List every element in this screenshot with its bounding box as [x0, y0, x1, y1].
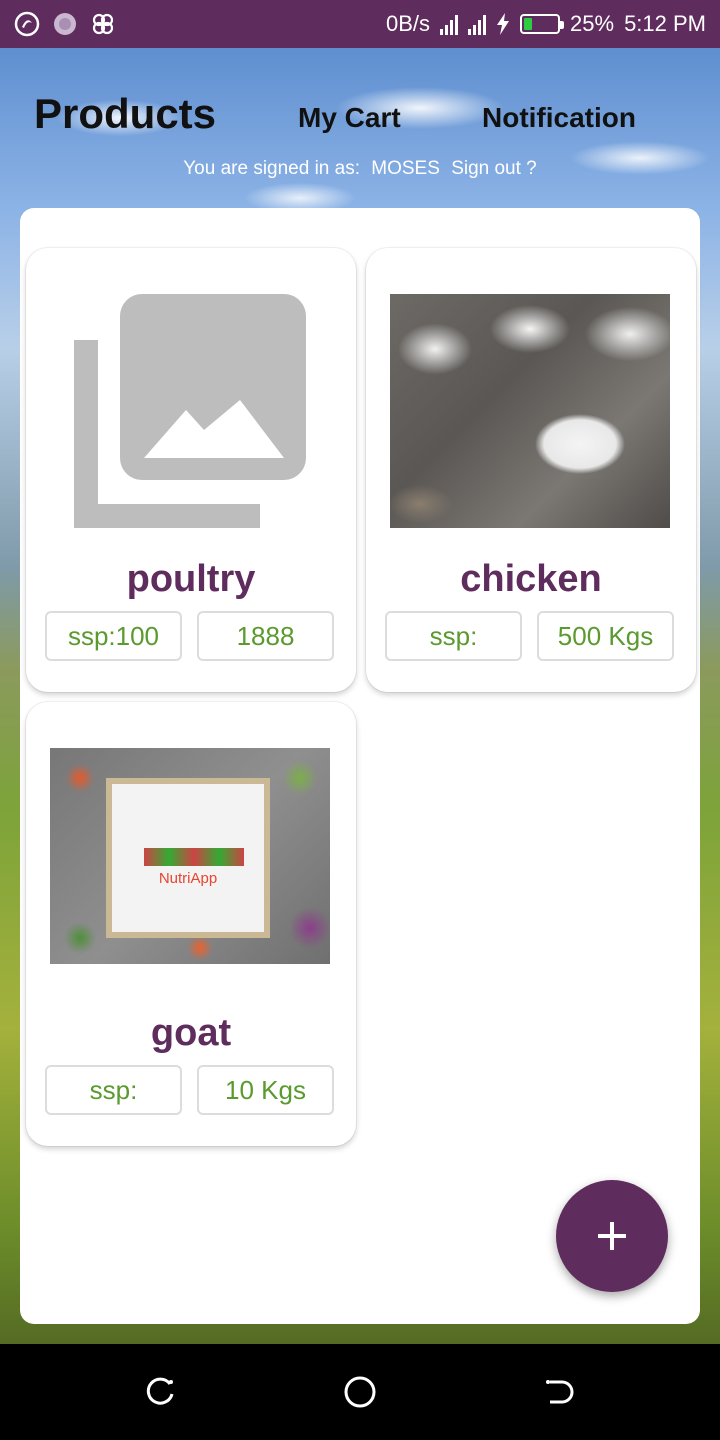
nutriapp-board: NutriApp: [106, 778, 270, 938]
product-card-goat[interactable]: NutriApp goat ssp: 10 Kgs: [26, 702, 356, 1146]
home-icon[interactable]: [342, 1374, 378, 1410]
price-field: ssp:: [385, 611, 522, 661]
tab-my-cart[interactable]: My Cart: [298, 102, 401, 134]
header: Products My Cart Notification You are si…: [0, 48, 720, 208]
user-name: MOSES: [371, 158, 440, 179]
product-name: poultry: [126, 558, 256, 600]
status-bar: 0B/s 25% 5:12 PM: [0, 0, 720, 48]
product-name: goat: [150, 1012, 232, 1054]
product-card-poultry[interactable]: poultry ssp:100 1888: [26, 248, 356, 692]
product-name: chicken: [460, 558, 602, 600]
plus-icon: [598, 1222, 626, 1250]
charging-icon: [497, 13, 510, 35]
chicken-photo: [390, 294, 670, 528]
app-logo-icon: [14, 11, 40, 37]
signed-in-row: You are signed in as: MOSES Sign out ?: [0, 158, 720, 180]
nutriapp-banner: [144, 848, 244, 866]
nutriapp-brand-text: NutriApp: [158, 870, 218, 887]
clock: 5:12 PM: [624, 11, 706, 36]
quantity-field: 1888: [197, 611, 334, 661]
back-icon[interactable]: [542, 1374, 578, 1410]
sign-out-link[interactable]: Sign out ?: [451, 158, 537, 179]
battery-icon: [520, 14, 565, 34]
page-title: Products: [34, 90, 217, 137]
add-product-button[interactable]: [556, 1180, 668, 1292]
placeholder-image-icon: [74, 294, 306, 528]
navigation-bar: [0, 1344, 720, 1440]
recent-apps-icon[interactable]: [142, 1374, 178, 1410]
hd-signal-icon: [440, 13, 459, 35]
products-panel: poultry ssp:100 1888 chicken ssp: 500 Kg…: [20, 208, 700, 1324]
r-signal-icon: [468, 13, 487, 35]
price-field: ssp:: [45, 1065, 182, 1115]
nutriapp-photo: NutriApp: [50, 748, 330, 976]
tab-notification[interactable]: Notification: [482, 102, 636, 134]
quantity-field: 10 Kgs: [197, 1065, 334, 1115]
quantity-field: 500 Kgs: [537, 611, 674, 661]
price-field: ssp:100: [45, 611, 182, 661]
product-card-chicken[interactable]: chicken ssp: 500 Kgs: [366, 248, 696, 692]
battery-percent: 25%: [570, 11, 615, 36]
pinwheel-icon: [92, 13, 114, 35]
network-speed: 0B/s: [385, 11, 431, 36]
signed-in-label: You are signed in as:: [183, 158, 360, 179]
sticker-icon: [54, 13, 76, 35]
